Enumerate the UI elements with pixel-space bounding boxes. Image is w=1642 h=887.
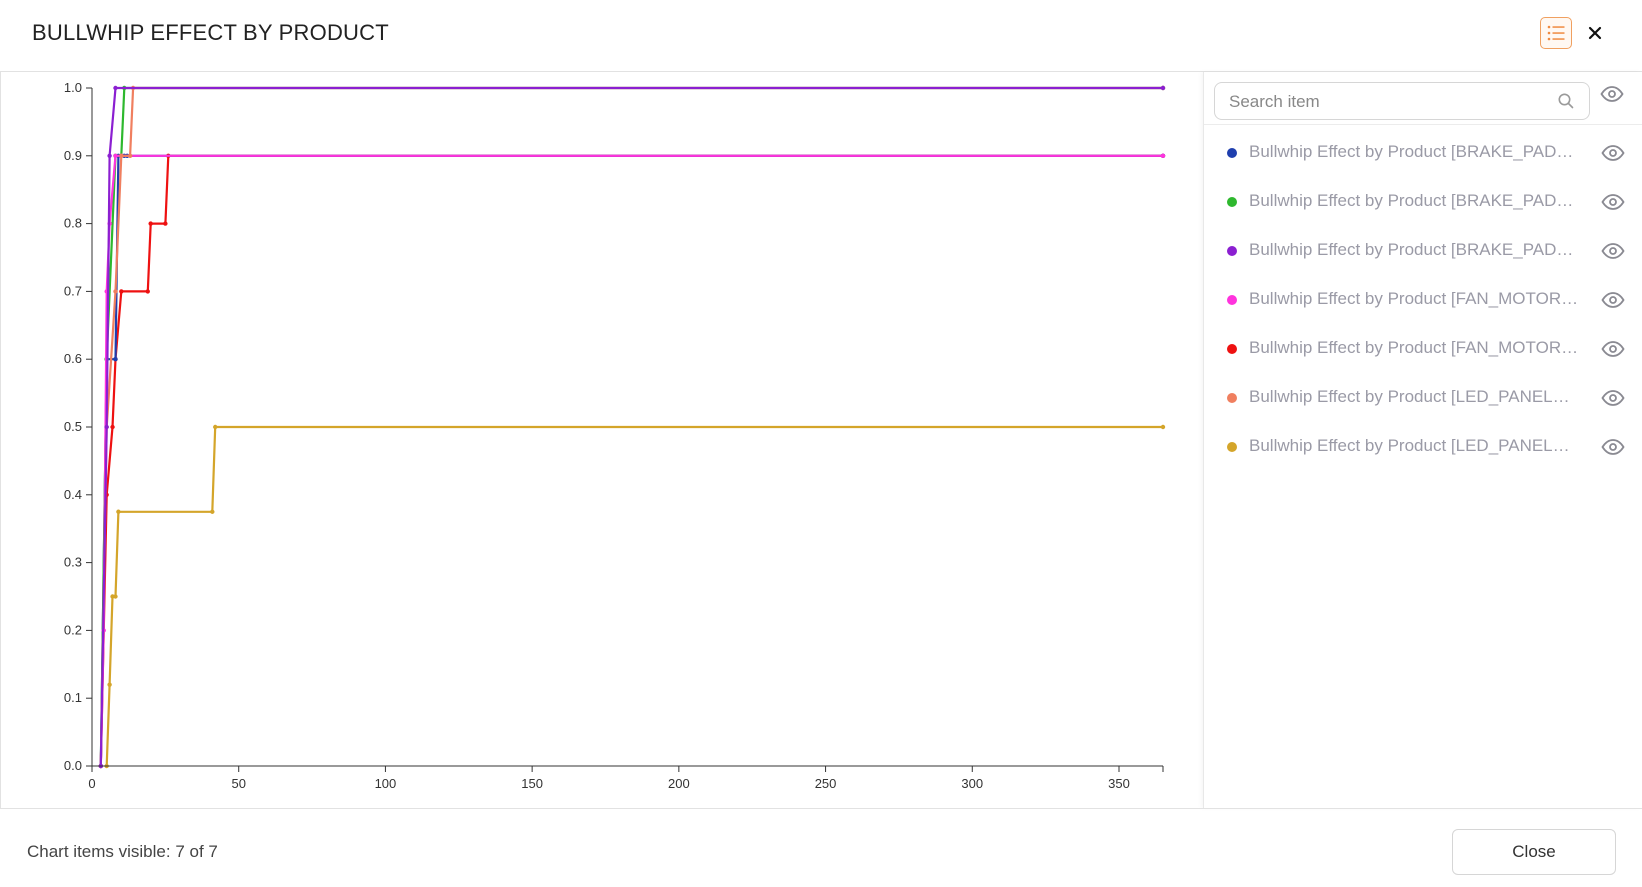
data-point: [1160, 424, 1166, 430]
search-box: [1214, 82, 1590, 121]
legend-item-label: Bullwhip Effect by Product [FAN_MOTOR_..…: [1249, 338, 1579, 357]
x-tick-label: 300: [961, 776, 983, 791]
y-tick-label: 1.0: [64, 80, 82, 95]
legend-item[interactable]: Bullwhip Effect by Product [LED_PANEL_T.…: [1204, 378, 1642, 418]
eye-icon[interactable]: [1601, 145, 1625, 161]
legend-item[interactable]: Bullwhip Effect by Product [BRAKE_PAD_T.…: [1204, 182, 1642, 222]
data-point: [163, 221, 168, 226]
data-point: [148, 221, 153, 226]
legend-item-label: Bullwhip Effect by Product [BRAKE_PAD_T.…: [1249, 240, 1579, 259]
dialog-header: BULLWHIP EFFECT BY PRODUCT: [0, 0, 1642, 72]
data-point: [119, 289, 124, 294]
x-tick-label: 250: [815, 776, 837, 791]
legend-item[interactable]: Bullwhip Effect by Product [BRAKE_PAD_T.…: [1204, 133, 1642, 173]
legend-item[interactable]: Bullwhip Effect by Product [LED_PANEL_T.…: [1204, 427, 1642, 467]
legend-item-label: Bullwhip Effect by Product [BRAKE_PAD_T.…: [1249, 142, 1579, 161]
y-tick-label: 0.2: [64, 622, 82, 637]
legend-item-label: Bullwhip Effect by Product [BRAKE_PAD_T.…: [1249, 191, 1579, 210]
legend-color-dot: [1227, 246, 1237, 256]
legend-color-dot: [1227, 442, 1237, 452]
y-tick-label: 0.0: [64, 758, 82, 773]
y-tick-label: 0.6: [64, 351, 82, 366]
eye-icon[interactable]: [1601, 292, 1625, 308]
x-tick-label: 0: [88, 776, 95, 791]
data-point: [210, 509, 215, 514]
x-tick-label: 200: [668, 776, 690, 791]
legend-color-dot: [1227, 393, 1237, 403]
eye-icon[interactable]: [1601, 194, 1625, 210]
close-button[interactable]: Close: [1452, 829, 1616, 875]
y-tick-label: 0.5: [64, 419, 82, 434]
data-point: [113, 153, 118, 158]
visible-items-status: Chart items visible: 7 of 7: [27, 842, 218, 861]
data-point: [104, 424, 109, 430]
x-tick-label: 50: [231, 776, 245, 791]
y-tick-label: 0.8: [64, 216, 82, 231]
legend-color-dot: [1227, 197, 1237, 207]
data-point: [213, 424, 218, 430]
search-input[interactable]: [1227, 83, 1541, 121]
search-icon[interactable]: [1557, 92, 1575, 110]
data-point: [113, 289, 118, 294]
y-tick-label: 0.7: [64, 283, 82, 298]
series-line: [99, 154, 1163, 767]
legend-color-dot: [1227, 148, 1237, 158]
eye-icon[interactable]: [1601, 390, 1625, 406]
legend-list: Bullwhip Effect by Product [BRAKE_PAD_T.…: [1204, 124, 1642, 455]
legend-color-dot: [1227, 344, 1237, 354]
series-line: [105, 425, 1163, 767]
legend-item-label: Bullwhip Effect by Product [FAN_MOTOR_..…: [1249, 289, 1579, 308]
legend-toggle-button[interactable]: [1540, 17, 1572, 49]
data-point: [110, 424, 115, 430]
legend-item[interactable]: Bullwhip Effect by Product [FAN_MOTOR_..…: [1204, 329, 1642, 369]
data-point: [113, 85, 118, 91]
data-point: [113, 594, 118, 599]
data-point: [1160, 153, 1166, 158]
data-point: [127, 153, 133, 158]
y-tick-label: 0.9: [64, 148, 82, 163]
y-tick-label: 0.4: [64, 487, 82, 502]
series-line: [99, 154, 1163, 767]
x-tick-label: 150: [521, 776, 543, 791]
line-chart: 0.0 0.1 0.2 0.3 0.4 0.5 0.6 0.7 0.8 0.9 1.0 0 50 100 1…: [64, 80, 1166, 791]
eye-icon[interactable]: [1601, 243, 1625, 259]
data-point: [113, 357, 118, 362]
legend-color-dot: [1227, 295, 1237, 305]
legend-item[interactable]: Bullwhip Effect by Product [BRAKE_PAD_T.…: [1204, 231, 1642, 271]
close-icon: [1588, 26, 1602, 40]
data-point: [116, 509, 121, 514]
legend-item-label: Bullwhip Effect by Product [LED_PANEL_T.…: [1249, 436, 1579, 455]
data-point: [145, 289, 150, 294]
eye-icon[interactable]: [1601, 341, 1625, 357]
x-tick-label: 350: [1108, 776, 1130, 791]
chart-container: 0.0 0.1 0.2 0.3 0.4 0.5 0.6 0.7 0.8 0.9 1.0 0 50 100 1…: [0, 72, 1203, 808]
legend-panel: Bullwhip Effect by Product [BRAKE_PAD_T.…: [1203, 72, 1642, 808]
legend-item-label: Bullwhip Effect by Product [LED_PANEL_T.…: [1249, 387, 1579, 406]
data-point: [107, 153, 112, 158]
y-tick-label: 0.3: [64, 555, 82, 570]
eye-icon[interactable]: [1601, 439, 1625, 455]
dialog-footer: Chart items visible: 7 of 7 Close: [0, 808, 1642, 887]
close-dialog-button[interactable]: [1582, 20, 1608, 46]
legend-item[interactable]: Bullwhip Effect by Product [FAN_MOTOR_..…: [1204, 280, 1642, 320]
y-tick-label: 0.1: [64, 690, 82, 705]
data-point: [107, 682, 112, 687]
data-point: [1160, 85, 1166, 91]
data-point: [119, 153, 124, 158]
series-line: [99, 154, 1163, 767]
dialog-title: BULLWHIP EFFECT BY PRODUCT: [32, 20, 389, 45]
eye-icon[interactable]: [1600, 86, 1624, 102]
x-tick-label: 100: [375, 776, 397, 791]
list-icon: [1547, 25, 1565, 41]
